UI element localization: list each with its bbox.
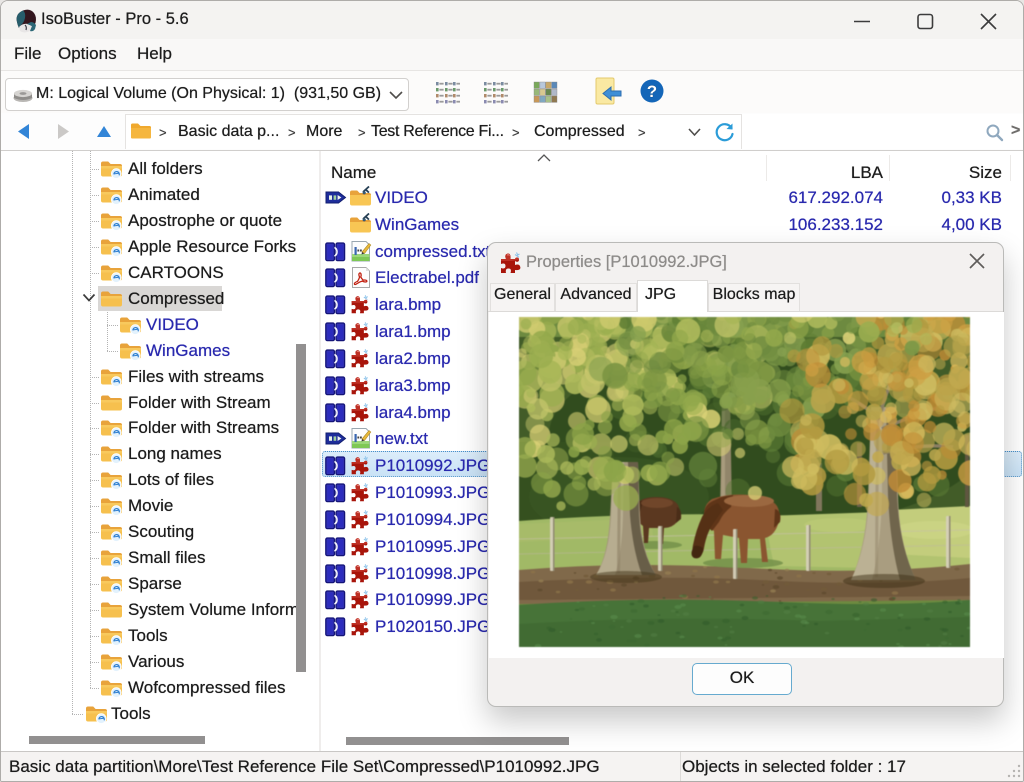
svg-text:?: ? — [647, 82, 657, 101]
